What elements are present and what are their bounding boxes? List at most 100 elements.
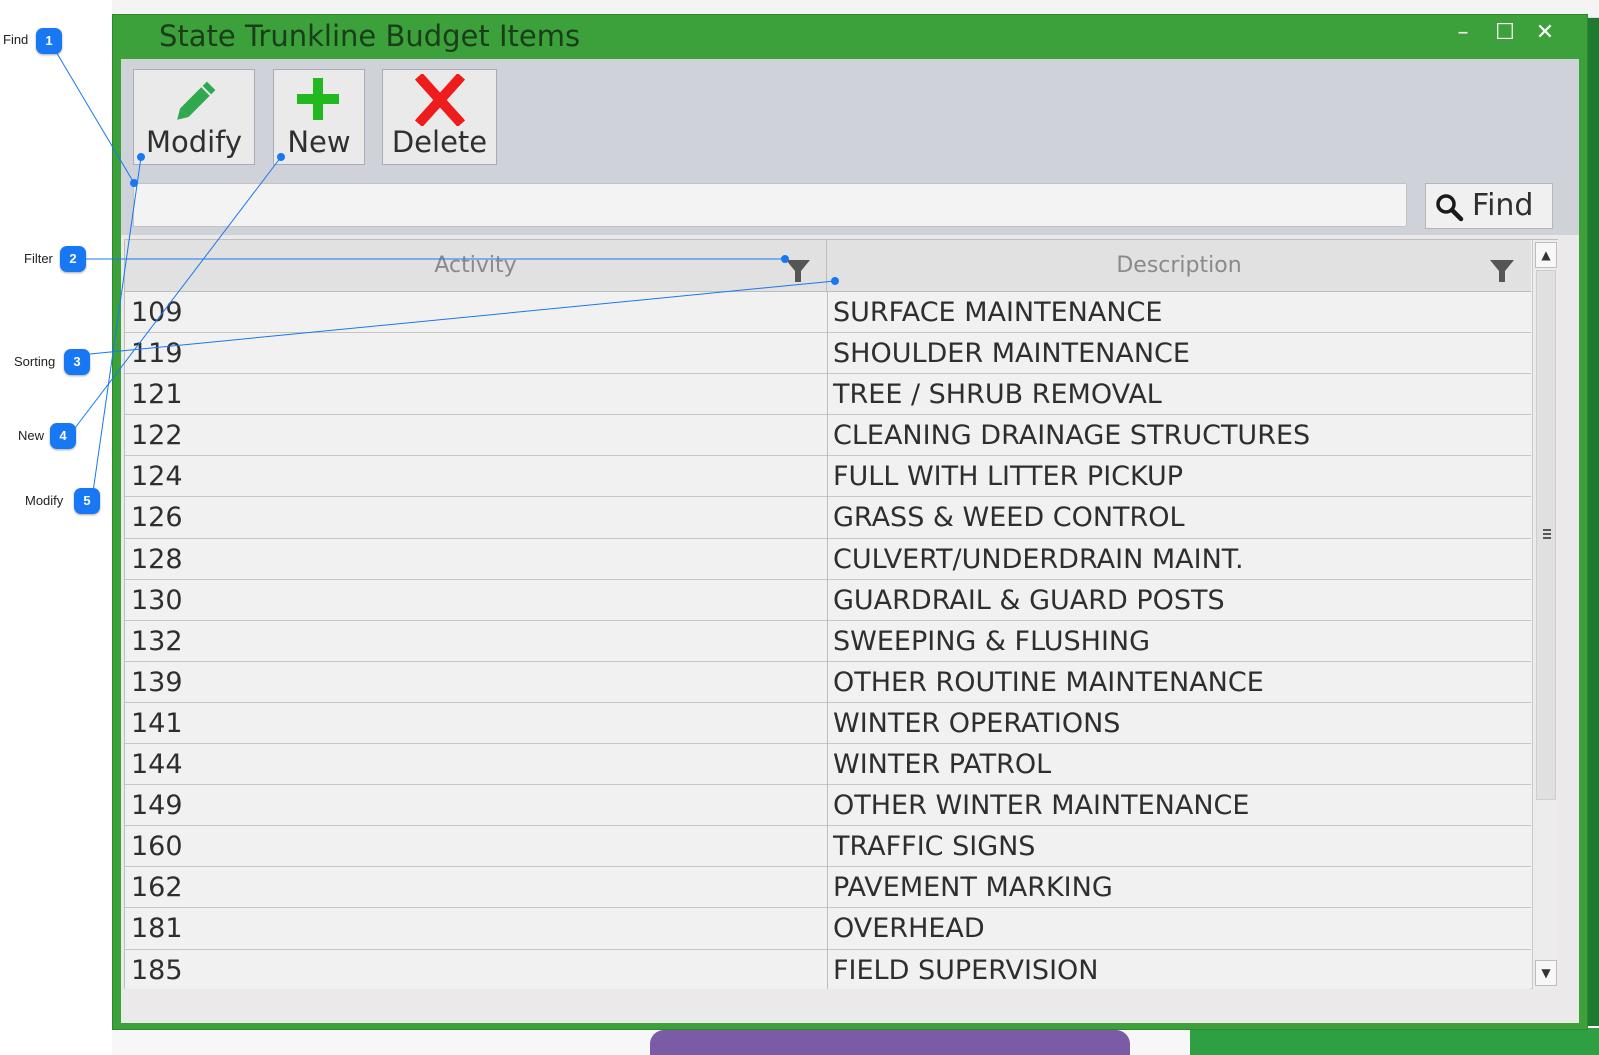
description-cell: SHOULDER MAINTENANCE — [833, 338, 1190, 370]
description-cell: CLEANING DRAINAGE STRUCTURES — [833, 420, 1311, 452]
activity-cell: 124 — [131, 461, 183, 493]
column-header-activity[interactable]: Activity — [125, 240, 827, 292]
callout-badge-3: 3 — [64, 349, 90, 375]
activity-cell: 160 — [131, 831, 183, 863]
description-cell: SURFACE MAINTENANCE — [833, 297, 1163, 328]
activity-cell: 109 — [131, 297, 183, 328]
plus-icon — [274, 74, 364, 126]
close-button[interactable]: ✕ — [1526, 17, 1564, 51]
description-cell: OTHER WINTER MAINTENANCE — [833, 790, 1250, 822]
background-bottom-shape — [650, 1030, 1130, 1055]
callout-badge-5: 5 — [74, 488, 100, 514]
grip-icon — [1543, 529, 1551, 539]
activity-cell: 128 — [131, 543, 183, 575]
description-cell: TREE / SHRUB REMOVAL — [833, 379, 1162, 411]
callout-label-filter: Filter — [24, 251, 53, 266]
delete-button[interactable]: Delete — [382, 69, 497, 165]
magnifier-icon — [1434, 192, 1464, 226]
activity-cell: 132 — [131, 625, 183, 657]
callout-badge-1: 1 — [36, 28, 62, 54]
modify-button-label: Modify — [145, 125, 243, 159]
description-cell: FULL WITH LITTER PICKUP — [833, 461, 1184, 493]
table-row[interactable]: 122 CLEANING DRAINAGE STRUCTURES — [125, 415, 1531, 457]
find-button-label: Find — [1472, 188, 1534, 223]
description-filter-icon[interactable] — [1489, 252, 1515, 282]
scroll-down-arrow-icon[interactable]: ▼ — [1535, 960, 1557, 986]
maximize-button[interactable]: ☐ — [1486, 17, 1524, 51]
description-cell: CULVERT/UNDERDRAIN MAINT. — [833, 543, 1244, 575]
activity-cell: 139 — [131, 666, 183, 698]
column-header-activity-label: Activity — [434, 253, 517, 278]
window-title: State Trunkline Budget Items — [159, 19, 581, 53]
table-row[interactable]: 160 TRAFFIC SIGNS — [125, 826, 1531, 868]
callout-label-modify: Modify — [25, 493, 64, 508]
grid-header: Activity Description — [125, 240, 1531, 292]
callout-label-find: Find — [3, 32, 29, 47]
table-row[interactable]: 132 SWEEPING & FLUSHING — [125, 620, 1531, 662]
activity-cell: 141 — [131, 707, 183, 739]
table-row[interactable]: 139 OTHER ROUTINE MAINTENANCE — [125, 661, 1531, 703]
description-cell: TRAFFIC SIGNS — [833, 831, 1036, 863]
vertical-scrollbar[interactable]: ▲ ▼ — [1532, 240, 1558, 989]
table-row[interactable]: 128 CULVERT/UNDERDRAIN MAINT. — [125, 538, 1531, 580]
table-row[interactable]: 119 SHOULDER MAINTENANCE — [125, 333, 1531, 375]
title-bar[interactable]: State Trunkline Budget Items – ☐ ✕ — [113, 15, 1587, 59]
column-header-description[interactable]: Description — [827, 240, 1531, 292]
activity-cell: 121 — [131, 379, 183, 411]
description-cell: FIELD SUPERVISION — [833, 954, 1099, 986]
table-row[interactable]: 144 WINTER PATROL — [125, 744, 1531, 786]
budget-items-window: State Trunkline Budget Items – ☐ ✕ Modif… — [112, 14, 1588, 1030]
background-right-edge — [1588, 18, 1599, 1028]
callout-badge-2: 2 — [60, 246, 86, 272]
table-row[interactable]: 149 OTHER WINTER MAINTENANCE — [125, 785, 1531, 827]
new-button[interactable]: New — [273, 69, 365, 165]
description-cell: GRASS & WEED CONTROL — [833, 502, 1185, 534]
description-cell: WINTER OPERATIONS — [833, 707, 1121, 739]
window-client-area: Modify New Delete Find Activity Descript… — [121, 59, 1579, 1023]
table-row[interactable]: 109 SURFACE MAINTENANCE — [125, 292, 1531, 334]
find-button[interactable]: Find — [1425, 183, 1553, 229]
activity-cell: 181 — [131, 913, 183, 945]
scroll-thumb[interactable] — [1536, 270, 1556, 800]
column-divider — [827, 292, 828, 989]
new-button-label: New — [287, 125, 351, 159]
delete-button-label: Delete — [391, 125, 488, 159]
activity-cell: 119 — [131, 338, 183, 370]
x-icon — [383, 72, 496, 128]
activity-cell: 162 — [131, 872, 183, 904]
budget-items-grid: Activity Description 109 SURFACE MAINTENA… — [124, 239, 1558, 989]
minimize-button[interactable]: – — [1444, 17, 1482, 51]
modify-button[interactable]: Modify — [133, 69, 255, 165]
table-row[interactable]: 130 GUARDRAIL & GUARD POSTS — [125, 579, 1531, 621]
description-cell: PAVEMENT MARKING — [833, 872, 1113, 904]
description-cell: OTHER ROUTINE MAINTENANCE — [833, 666, 1264, 698]
background-bottom-green — [1190, 1028, 1599, 1055]
table-row[interactable]: 162 PAVEMENT MARKING — [125, 867, 1531, 909]
callout-label-new: New — [18, 428, 45, 443]
search-input[interactable] — [133, 183, 1407, 227]
table-row[interactable]: 126 GRASS & WEED CONTROL — [125, 497, 1531, 539]
table-row[interactable]: 141 WINTER OPERATIONS — [125, 702, 1531, 745]
activity-filter-icon[interactable] — [785, 252, 811, 282]
grid-body: 109 SURFACE MAINTENANCE 119 SHOULDER MAINT… — [125, 292, 1531, 989]
callout-label-sorting: Sorting — [14, 354, 56, 369]
description-cell: WINTER PATROL — [833, 749, 1052, 781]
scroll-up-arrow-icon[interactable]: ▲ — [1535, 242, 1557, 268]
callout-badge-4: 4 — [50, 423, 76, 449]
pencil-icon — [134, 74, 254, 126]
activity-cell: 185 — [131, 954, 183, 986]
description-cell: SWEEPING & FLUSHING — [833, 625, 1151, 657]
table-row[interactable]: 181 OVERHEAD — [125, 908, 1531, 950]
column-header-description-label: Description — [1116, 253, 1242, 278]
status-bar — [121, 991, 1579, 1023]
table-row[interactable]: 185 FIELD SUPERVISION — [125, 949, 1531, 989]
activity-cell: 149 — [131, 790, 183, 822]
description-cell: GUARDRAIL & GUARD POSTS — [833, 584, 1225, 616]
activity-cell: 144 — [131, 749, 183, 781]
table-row[interactable]: 124 FULL WITH LITTER PICKUP — [125, 456, 1531, 498]
table-row[interactable]: 121 TREE / SHRUB REMOVAL — [125, 374, 1531, 416]
activity-cell: 122 — [131, 420, 183, 452]
description-cell: OVERHEAD — [833, 913, 985, 945]
toolbar: Modify New Delete Find — [121, 59, 1579, 235]
activity-cell: 130 — [131, 584, 183, 616]
